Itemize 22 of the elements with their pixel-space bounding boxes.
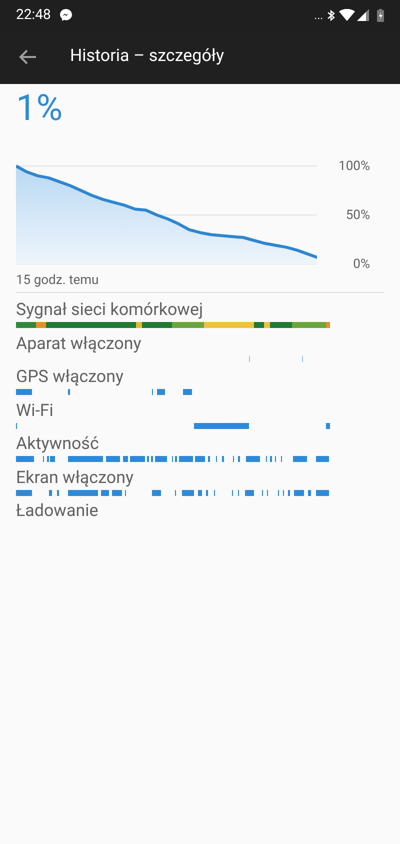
messenger-icon [58, 8, 73, 22]
status-time: 22:48 [16, 6, 51, 24]
row-label: Sygnał sieci komórkowej [16, 299, 204, 321]
row-label: Wi-Fi [16, 400, 54, 422]
row-label: Ładowanie [16, 500, 100, 522]
battery-percentage: 1% [16, 90, 64, 126]
wifi-icon [339, 9, 355, 21]
bluetooth-icon [327, 8, 335, 22]
back-arrow-icon [19, 49, 37, 65]
y-axis-label: 50% [346, 209, 370, 222]
row-label: Ekran włączony [16, 466, 135, 488]
y-axis-label: 100% [338, 160, 370, 173]
row-label: GPS włączony [16, 366, 125, 388]
camera-timeline-drawing [249, 356, 303, 362]
battery-icon [377, 8, 384, 22]
y-axis-label: 0% [353, 258, 370, 271]
signal-icon [357, 9, 369, 21]
row-label: Aparat włączony [16, 332, 142, 354]
more-notifications: ... [314, 10, 323, 20]
time-label: 15 godz. temu [16, 274, 100, 287]
page-title: Historia – szczegóły [70, 45, 224, 68]
row-label: Aktywność [16, 433, 100, 455]
